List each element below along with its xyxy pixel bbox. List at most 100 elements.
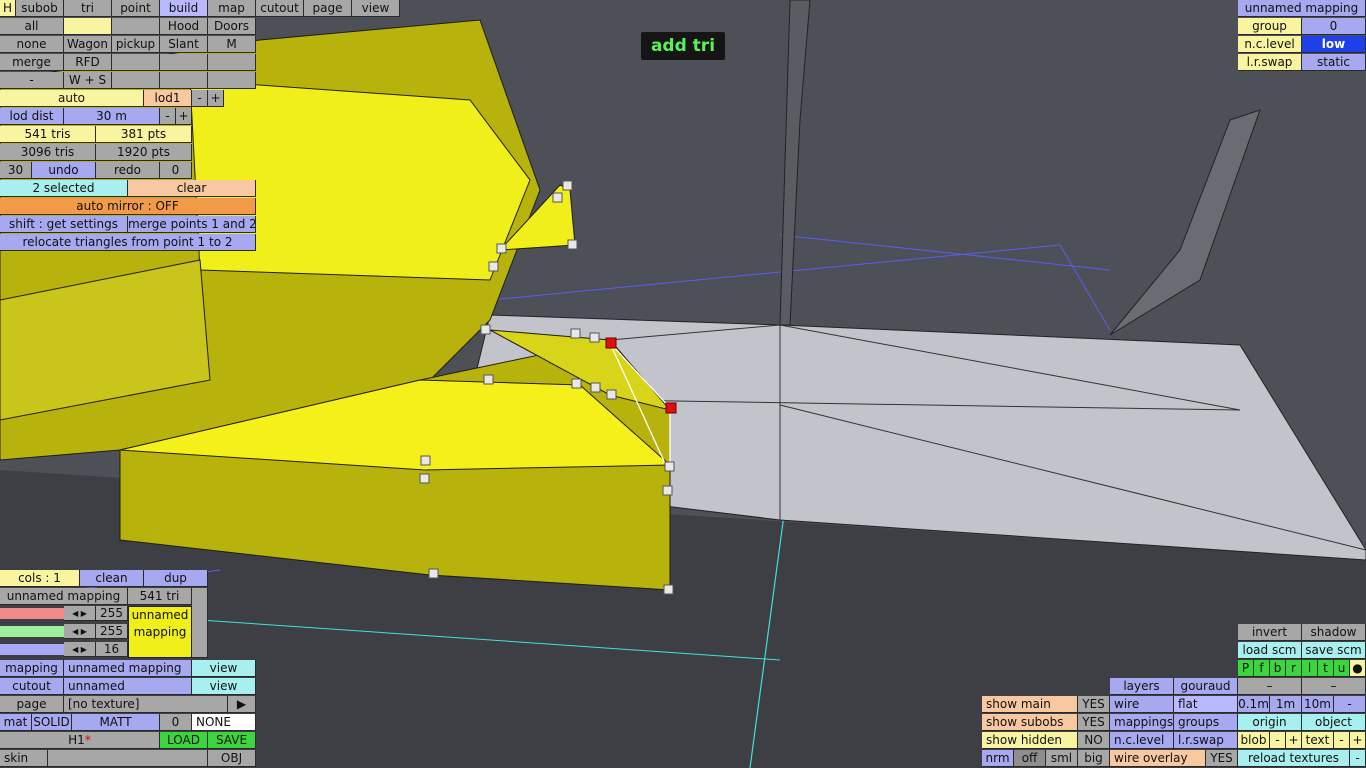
save-button[interactable]: SAVE	[208, 732, 256, 749]
text-minus[interactable]: -	[1334, 732, 1350, 749]
green-arrows[interactable]: ◀ ▶	[64, 624, 96, 639]
blank-button[interactable]	[112, 18, 160, 35]
merge-button[interactable]: merge	[0, 54, 64, 71]
lod-level-button[interactable]: lod1	[144, 90, 192, 107]
cols-button[interactable]: cols : 1	[0, 570, 80, 587]
layers-button[interactable]: layers	[1110, 678, 1174, 695]
h-button[interactable]: H	[0, 0, 16, 17]
off-button[interactable]: off	[1014, 750, 1046, 767]
dist-minus[interactable]: -	[1334, 696, 1366, 713]
tab-map[interactable]: map	[208, 0, 256, 17]
text-button[interactable]: text	[1302, 732, 1334, 749]
hood-button[interactable]: Hood	[160, 18, 208, 35]
nclevel-button[interactable]: n.c.level	[1110, 732, 1174, 749]
dash-button[interactable]: –	[1238, 678, 1302, 695]
obj-button[interactable]: OBJ	[208, 750, 256, 767]
cutout-field[interactable]: unnamed	[64, 678, 192, 695]
tab-point[interactable]: point	[112, 0, 160, 17]
load-button[interactable]: LOAD	[160, 732, 208, 749]
doors-button[interactable]: Doors	[208, 18, 256, 35]
nclevel-value[interactable]: low	[1302, 36, 1366, 53]
clear-selection-button[interactable]: clear	[128, 180, 256, 197]
red-arrows[interactable]: ◀ ▶	[64, 606, 96, 621]
flag-r[interactable]: r	[1286, 660, 1302, 677]
lod-auto-button[interactable]: auto	[0, 90, 144, 107]
undo-button[interactable]: undo	[32, 162, 96, 179]
big-button[interactable]: big	[1078, 750, 1110, 767]
flat-button[interactable]: flat	[1174, 696, 1238, 713]
scrollbar[interactable]	[192, 588, 208, 658]
m-button[interactable]: M	[208, 36, 256, 53]
dist-10m[interactable]: 10m	[1302, 696, 1334, 713]
none-button[interactable]: none	[0, 36, 64, 53]
view-cutout-button[interactable]: view	[192, 678, 256, 695]
blank-button[interactable]	[160, 54, 208, 71]
auto-mirror-toggle[interactable]: auto mirror : OFF	[0, 198, 256, 215]
lod-dist-minus[interactable]: -	[160, 108, 176, 125]
pickup-button[interactable]: pickup	[112, 36, 160, 53]
rfd-button[interactable]: RFD	[64, 54, 112, 71]
color-slot[interactable]	[64, 18, 112, 35]
view-mapping-button[interactable]: view	[192, 660, 256, 677]
wire-button[interactable]: wire	[1110, 696, 1174, 713]
lod-minus-button[interactable]: -	[192, 90, 208, 107]
flag-t[interactable]: t	[1318, 660, 1334, 677]
blue-arrows[interactable]: ◀ ▶	[64, 642, 96, 657]
dup-button[interactable]: dup	[144, 570, 208, 587]
text-plus[interactable]: +	[1350, 732, 1366, 749]
blank-button[interactable]	[112, 54, 160, 71]
reload-textures-button[interactable]: reload textures	[1238, 750, 1350, 767]
dist-01m[interactable]: 0.1m	[1238, 696, 1270, 713]
object-button[interactable]: object	[1302, 714, 1366, 731]
mat-none-field[interactable]: NONE	[192, 714, 256, 731]
group-value[interactable]: 0	[1302, 18, 1366, 35]
get-settings-button[interactable]: shift : get settings	[0, 216, 128, 233]
blue-slider[interactable]	[0, 644, 64, 655]
mapping-field[interactable]: unnamed mapping	[64, 660, 192, 677]
lrswap-value[interactable]: static	[1302, 54, 1366, 71]
load-scm-button[interactable]: load scm	[1238, 642, 1302, 659]
tab-subob[interactable]: subob	[16, 0, 64, 17]
invert-button[interactable]: invert	[1238, 624, 1302, 641]
merge-points-button[interactable]: merge points 1 and 2	[128, 216, 256, 233]
show-hidden-toggle[interactable]: NO	[1078, 732, 1110, 749]
gouraud-button[interactable]: gouraud	[1174, 678, 1238, 695]
minus-button[interactable]: -	[0, 72, 64, 89]
reload-minus[interactable]: -	[1350, 750, 1366, 767]
relocate-triangles-button[interactable]: relocate triangles from point 1 to 2	[0, 234, 256, 251]
blank-button[interactable]	[208, 72, 256, 89]
skin-field[interactable]	[48, 750, 208, 767]
all-button[interactable]: all	[0, 18, 64, 35]
red-slider[interactable]	[0, 608, 64, 619]
flag-p[interactable]: P	[1238, 660, 1254, 677]
nrm-button[interactable]: nrm	[982, 750, 1014, 767]
sml-button[interactable]: sml	[1046, 750, 1078, 767]
page-field[interactable]: [no texture]	[64, 696, 228, 713]
clean-button[interactable]: clean	[80, 570, 144, 587]
wire-overlay-toggle[interactable]: YES	[1206, 750, 1238, 767]
blob-minus[interactable]: -	[1270, 732, 1286, 749]
blank-button[interactable]	[112, 72, 160, 89]
solid-button[interactable]: SOLID	[32, 714, 72, 731]
blob-button[interactable]: blob	[1238, 732, 1270, 749]
show-subobs-toggle[interactable]: YES	[1078, 714, 1110, 731]
redo-button[interactable]: redo	[96, 162, 160, 179]
blank-button[interactable]	[208, 54, 256, 71]
lod-dist-plus[interactable]: +	[176, 108, 192, 125]
flag-b[interactable]: b	[1270, 660, 1286, 677]
origin-button[interactable]: origin	[1238, 714, 1302, 731]
lrswap-button[interactable]: l.r.swap	[1174, 732, 1238, 749]
dist-1m[interactable]: 1m	[1270, 696, 1302, 713]
tab-cutout[interactable]: cutout	[256, 0, 304, 17]
matt-button[interactable]: MATT	[72, 714, 160, 731]
mappings-button[interactable]: mappings	[1110, 714, 1174, 731]
flag-l[interactable]: l	[1302, 660, 1318, 677]
flag-f[interactable]: f	[1254, 660, 1270, 677]
wagon-button[interactable]: Wagon	[64, 36, 112, 53]
lod-plus-button[interactable]: +	[208, 90, 224, 107]
save-scm-button[interactable]: save scm	[1302, 642, 1366, 659]
w-s-button[interactable]: W + S	[64, 72, 112, 89]
groups-button[interactable]: groups	[1174, 714, 1238, 731]
slant-button[interactable]: Slant	[160, 36, 208, 53]
lod-dist-value[interactable]: 30 m	[64, 108, 160, 125]
